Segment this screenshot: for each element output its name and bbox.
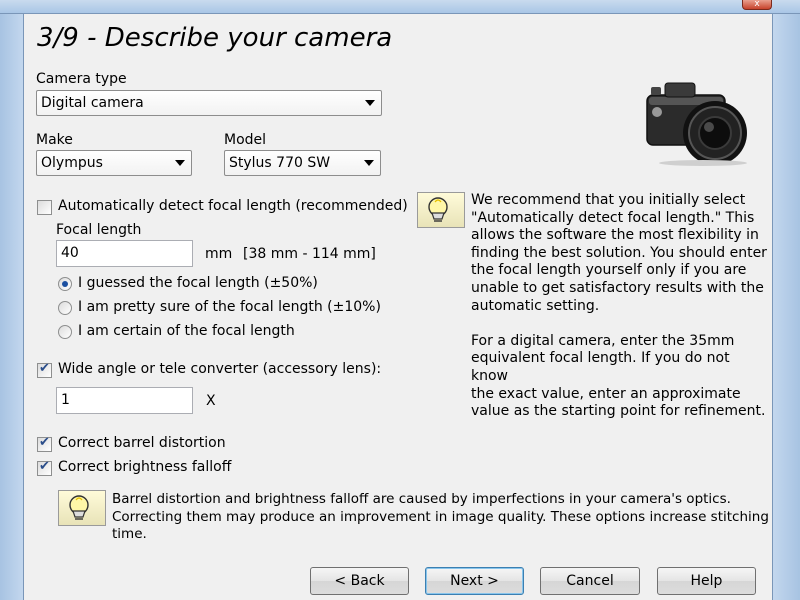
- barrel-checkbox[interactable]: [37, 435, 52, 452]
- focal-length-range: [38 mm - 114 mm]: [243, 246, 376, 262]
- radio-certain-label[interactable]: I am certain of the focal length: [78, 323, 295, 339]
- focal-length-input[interactable]: 40: [56, 240, 193, 267]
- hint-line: automatic setting.: [471, 297, 600, 314]
- window-close-button[interactable]: x: [742, 0, 772, 10]
- focal-length-unit: mm: [205, 246, 233, 262]
- hint-line: the focal length yourself only if you ar…: [471, 262, 747, 279]
- back-button[interactable]: < Back: [310, 567, 409, 595]
- window-frame-right: [772, 14, 800, 600]
- converter-unit: X: [206, 393, 216, 409]
- hint-line: "Automatically detect focal length." Thi…: [471, 209, 755, 226]
- radio-pretty-sure[interactable]: [58, 301, 72, 315]
- hint-line: value as the starting point for refineme…: [471, 403, 766, 420]
- chevron-down-icon: [175, 160, 185, 166]
- radio-pretty-sure-label[interactable]: I am pretty sure of the focal length (±1…: [78, 299, 381, 315]
- hint-line: unable to get satisfactory results with …: [471, 279, 764, 296]
- make-label: Make: [36, 132, 73, 148]
- hint-focal-text: We recommend that you initially select "…: [471, 192, 771, 421]
- lightbulb-icon: [58, 490, 106, 526]
- camera-icon: [643, 67, 755, 167]
- hint-line: time.: [112, 526, 147, 543]
- focal-length-label: Focal length: [56, 222, 142, 238]
- wizard-page: 3/9 - Describe your camera Camera type D…: [25, 15, 771, 600]
- make-select[interactable]: Olympus: [36, 150, 192, 176]
- camera-type-select[interactable]: Digital camera: [36, 90, 382, 116]
- brightness-checkbox[interactable]: [37, 459, 52, 476]
- auto-detect-checkbox[interactable]: [37, 200, 52, 215]
- make-value: Olympus: [41, 155, 103, 171]
- converter-checkbox[interactable]: [37, 361, 52, 378]
- model-select[interactable]: Stylus 770 SW: [224, 150, 381, 176]
- model-value: Stylus 770 SW: [229, 155, 331, 171]
- hint-line: allows the software the most flexibility…: [471, 227, 759, 244]
- hint-line: the exact value, enter an approximate: [471, 385, 741, 402]
- radio-guessed-label[interactable]: I guessed the focal length (±50%): [78, 275, 318, 291]
- close-icon: x: [754, 0, 760, 9]
- model-label: Model: [224, 132, 267, 148]
- converter-label[interactable]: Wide angle or tele converter (accessory …: [58, 361, 381, 377]
- window-frame-left: [0, 14, 24, 600]
- help-button[interactable]: Help: [657, 567, 756, 595]
- chevron-down-icon: [364, 160, 374, 166]
- page-title: 3/9 - Describe your camera: [37, 23, 393, 53]
- camera-type-label: Camera type: [36, 71, 127, 87]
- converter-factor-input[interactable]: 1: [56, 387, 193, 414]
- radio-guessed[interactable]: [58, 277, 72, 291]
- hint-line: For a digital camera, enter the 35mm: [471, 332, 735, 349]
- next-button[interactable]: Next >: [425, 567, 524, 595]
- hint-line: equivalent focal length. If you do not k…: [471, 350, 730, 384]
- cancel-button[interactable]: Cancel: [540, 567, 640, 595]
- lightbulb-icon: [417, 192, 465, 228]
- auto-detect-label[interactable]: Automatically detect focal length (recom…: [58, 198, 408, 214]
- camera-type-value: Digital camera: [41, 95, 144, 111]
- barrel-label[interactable]: Correct barrel distortion: [58, 435, 226, 451]
- hint-line: Barrel distortion and brightness falloff…: [112, 491, 731, 507]
- chevron-down-icon: [365, 100, 375, 106]
- hint-line: finding the best solution. You should en…: [471, 244, 767, 261]
- hint-line: Correcting them may produce an improveme…: [112, 508, 769, 525]
- hint-optics-text: Barrel distortion and brightness falloff…: [112, 491, 769, 544]
- hint-line: We recommend that you initially select: [471, 192, 746, 208]
- radio-certain[interactable]: [58, 325, 72, 339]
- brightness-label[interactable]: Correct brightness falloff: [58, 459, 231, 475]
- window-titlebar: [0, 0, 800, 14]
